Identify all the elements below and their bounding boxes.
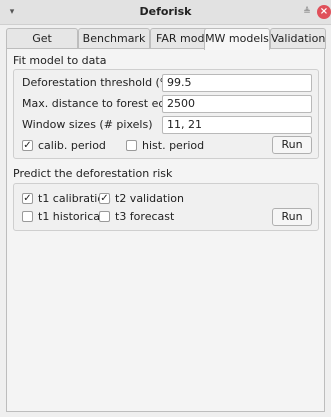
window-titlebar: ▾ Deforisk ≜ ×: [0, 0, 331, 25]
hist-period-label: hist. period: [142, 139, 205, 152]
tab-validation[interactable]: Validation: [270, 28, 326, 49]
t1-calibration-checkbox[interactable]: ✓ t1 calibration: [22, 192, 111, 206]
predict-run-button[interactable]: Run: [272, 208, 312, 226]
window-sizes-input[interactable]: 11, 21: [162, 116, 312, 134]
t3-forecast-checkbox[interactable]: t3 forecast: [99, 210, 179, 224]
distance-input[interactable]: 2500: [162, 95, 312, 113]
predict-group: ✓ t1 calibration ✓ t2 validation t1 hist…: [13, 183, 319, 231]
calib-period-label: calib. period: [38, 139, 106, 152]
t1-historical-checkbox[interactable]: t1 historical: [22, 210, 104, 224]
t3-forecast-label: t3 forecast: [115, 210, 175, 223]
tab-panel-mw-models: Fit model to data Deforestation threshol…: [6, 48, 325, 412]
tab-mw-models[interactable]: MW models: [204, 28, 270, 50]
check-icon: ✓: [22, 140, 33, 151]
check-icon: ✓: [22, 193, 33, 204]
tab-get-variables[interactable]: Get variables: [6, 28, 78, 64]
predict-section-title: Predict the deforestation risk: [13, 167, 173, 180]
t2-validation-label: t2 validation: [115, 192, 184, 205]
threshold-input[interactable]: 99.5: [162, 74, 312, 92]
fit-run-button[interactable]: Run: [272, 136, 312, 154]
hist-period-checkbox[interactable]: hist. period: [126, 139, 216, 153]
t2-validation-checkbox[interactable]: ✓ t2 validation: [99, 192, 184, 206]
check-icon: ✓: [99, 193, 110, 204]
threshold-label: Deforestation threshold (%): [22, 76, 175, 89]
tab-benchmark[interactable]: Benchmark: [78, 28, 150, 49]
calib-period-checkbox[interactable]: ✓ calib. period: [22, 139, 132, 153]
window-title: Deforisk: [139, 5, 192, 18]
close-icon[interactable]: ×: [317, 5, 331, 19]
fit-section-title: Fit model to data: [13, 54, 107, 67]
window-sizes-label: Window sizes (# pixels): [22, 118, 153, 131]
t1-historical-label: t1 historical: [38, 210, 104, 223]
window-raise-icon[interactable]: ≜: [302, 6, 312, 18]
checkbox-empty-icon: [126, 140, 137, 151]
fit-group: Deforestation threshold (%) 99.5 Max. di…: [13, 69, 319, 159]
checkbox-empty-icon: [99, 211, 110, 222]
checkbox-empty-icon: [22, 211, 33, 222]
